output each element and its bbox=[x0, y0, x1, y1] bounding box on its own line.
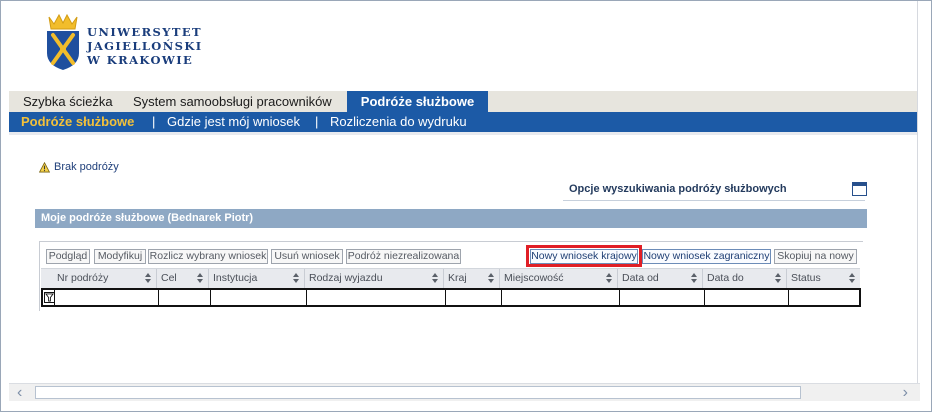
column-label: Nr podróży bbox=[57, 272, 109, 284]
filter-miejscowosc[interactable] bbox=[502, 290, 620, 305]
logo-line-1: UNIWERSYTET bbox=[87, 25, 202, 39]
info-message: Brak podróży bbox=[39, 161, 119, 173]
column-instytucja[interactable]: Instytucja bbox=[209, 269, 305, 289]
preview-button[interactable]: Podgląd bbox=[46, 249, 90, 264]
sort-icon[interactable] bbox=[488, 273, 495, 284]
delete-request-button[interactable]: Usuń wniosek bbox=[271, 249, 343, 264]
crest-icon bbox=[47, 13, 79, 70]
subnav-separator-2: | bbox=[315, 114, 319, 129]
subnav-podroze-sluzbowe[interactable]: Podróże służbowe bbox=[21, 112, 134, 132]
column-kraj[interactable]: Kraj bbox=[444, 269, 500, 289]
column-label: Rodzaj wyjazdu bbox=[309, 272, 383, 284]
university-logo: UNIWERSYTET JAGIELLOŃSKI W KRAKOWIE bbox=[43, 11, 203, 77]
filter-status[interactable] bbox=[789, 290, 859, 305]
sort-icon[interactable] bbox=[775, 273, 782, 284]
horizontal-scrollbar[interactable]: ‹ › bbox=[9, 383, 920, 401]
scroll-right-icon[interactable]: › bbox=[903, 384, 908, 401]
tab-podroze-sluzbowe[interactable]: Podróże służbowe bbox=[347, 91, 488, 112]
column-label: Kraj bbox=[448, 272, 467, 284]
university-name: UNIWERSYTET JAGIELLOŃSKI W KRAKOWIE bbox=[87, 25, 203, 67]
column-cel[interactable]: Cel bbox=[157, 269, 209, 289]
filter-icon-cell[interactable] bbox=[43, 290, 55, 305]
sub-navigation: Podróże służbowe | Gdzie jest mój wniose… bbox=[9, 112, 920, 132]
search-options-link[interactable]: Opcje wyszukiwania podróży służbowych bbox=[569, 183, 787, 195]
filter-cel[interactable] bbox=[159, 290, 211, 305]
modify-button[interactable]: Modyfikuj bbox=[94, 249, 146, 264]
column-label: Status bbox=[791, 272, 821, 284]
sort-icon[interactable] bbox=[849, 273, 856, 284]
sort-icon[interactable] bbox=[606, 273, 613, 284]
column-data-do[interactable]: Data do bbox=[703, 269, 787, 289]
logo-line-2: JAGIELLOŃSKI bbox=[87, 39, 203, 53]
subnav-rozliczenia-do-wydruku[interactable]: Rozliczenia do wydruku bbox=[330, 112, 467, 132]
copy-to-new-button[interactable]: Skopiuj na nowy bbox=[774, 249, 857, 264]
column-label: Miejscowość bbox=[504, 272, 564, 284]
content-divider bbox=[9, 132, 920, 135]
filter-instytucja[interactable] bbox=[211, 290, 307, 305]
browser-frame: UNIWERSYTET JAGIELLOŃSKI W KRAKOWIE Szyb… bbox=[0, 0, 932, 412]
column-status[interactable]: Status bbox=[787, 269, 860, 289]
filter-nr-podrozy[interactable] bbox=[55, 290, 159, 305]
calendar-icon[interactable] bbox=[852, 182, 867, 196]
new-domestic-request-button[interactable]: Nowy wniosek krajowy bbox=[530, 249, 638, 264]
filter-data-od[interactable] bbox=[620, 290, 705, 305]
table-header: Nr podróży Cel Instytucja Rodzaj wyjazdu… bbox=[41, 268, 860, 289]
logo-line-3: W KRAKOWIE bbox=[87, 53, 194, 67]
subnav-separator-1: | bbox=[152, 114, 156, 129]
filter-icon[interactable] bbox=[44, 292, 55, 303]
sort-icon[interactable] bbox=[197, 273, 204, 284]
sort-icon[interactable] bbox=[293, 273, 300, 284]
section-title: Moje podróże służbowe (Bednarek Piotr) bbox=[35, 209, 867, 228]
column-label: Instytucja bbox=[213, 272, 258, 284]
warning-icon bbox=[39, 161, 50, 172]
column-data-od[interactable]: Data od bbox=[618, 269, 703, 289]
info-message-text: Brak podróży bbox=[54, 161, 119, 173]
new-foreign-request-button[interactable]: Nowy wniosek zagraniczny bbox=[642, 249, 771, 264]
scrollbar-thumb[interactable] bbox=[35, 386, 801, 399]
filter-data-do[interactable] bbox=[705, 290, 789, 305]
filter-rodzaj-wyjazdu[interactable] bbox=[307, 290, 446, 305]
column-rodzaj-wyjazdu[interactable]: Rodzaj wyjazdu bbox=[305, 269, 444, 289]
column-miejscowosc[interactable]: Miejscowość bbox=[500, 269, 618, 289]
scroll-left-icon[interactable]: ‹ bbox=[17, 384, 22, 401]
filter-kraj[interactable] bbox=[446, 290, 502, 305]
sort-icon[interactable] bbox=[432, 273, 439, 284]
subnav-gdzie-jest-moj-wniosek[interactable]: Gdzie jest mój wniosek bbox=[167, 112, 300, 132]
tab-system-samoobslugi[interactable]: System samoobsługi pracowników bbox=[127, 91, 338, 112]
main-tabs: Szybka ścieżka System samoobsługi pracow… bbox=[9, 91, 920, 112]
column-label: Data od bbox=[622, 272, 659, 284]
column-label: Data do bbox=[707, 272, 744, 284]
sort-icon[interactable] bbox=[691, 273, 698, 284]
trip-not-realized-button[interactable]: Podróż niezrealizowana bbox=[346, 249, 461, 264]
filter-row bbox=[41, 288, 861, 307]
vertical-scrollbar[interactable] bbox=[917, 1, 931, 385]
column-nr-podrozy[interactable]: Nr podróży bbox=[53, 269, 157, 289]
tab-szybka-sciezka[interactable]: Szybka ścieżka bbox=[17, 91, 119, 112]
column-label: Cel bbox=[161, 272, 177, 284]
sort-icon[interactable] bbox=[145, 273, 152, 284]
search-options-underline bbox=[563, 200, 865, 201]
settle-request-button[interactable]: Rozlicz wybrany wniosek bbox=[148, 249, 268, 264]
